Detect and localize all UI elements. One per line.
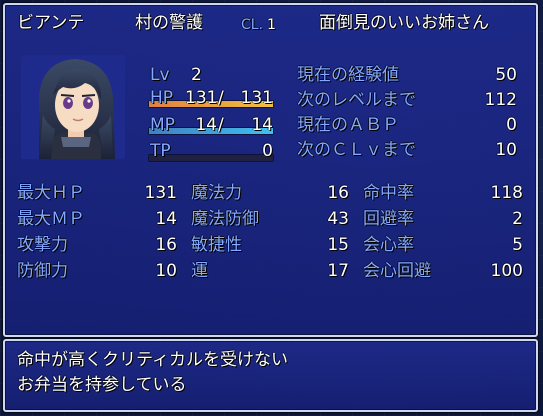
param-magic-defense-label: 魔法防御 <box>191 209 259 229</box>
param-critical-evasion-label: 会心回避 <box>363 261 431 281</box>
class-level-label: CL. <box>241 17 264 33</box>
mp-label: MP <box>150 115 175 135</box>
actor-class: 村の警護 <box>135 13 203 33</box>
exp-current-value: 50 <box>495 65 517 85</box>
param-hit-value: 118 <box>490 183 523 203</box>
exp-current-label: 現在の経験値 <box>297 65 399 85</box>
param-luck-value: 17 <box>327 261 349 281</box>
param-agility-label: 敏捷性 <box>191 235 242 255</box>
abp-label: 現在のＡＢＰ <box>297 115 399 135</box>
mp-max: 14 <box>251 115 273 135</box>
class-level-value: 1 <box>267 17 276 33</box>
next-cl-label: 次のＣＬｖまで <box>297 140 416 160</box>
param-defense-value: 10 <box>155 261 177 281</box>
param-evasion-value: 2 <box>512 209 523 229</box>
actor-face-portrait <box>21 55 125 159</box>
hp-max: 131 <box>240 88 273 108</box>
param-magic-defense-value: 43 <box>327 209 349 229</box>
param-max-mp-label: 最大ＭＰ <box>17 209 85 229</box>
profile-window: 命中が高くクリティカルを受けない お弁当を持参している <box>3 339 538 412</box>
hp-current: 131 <box>185 88 218 108</box>
param-max-hp-value: 131 <box>144 183 177 203</box>
next-cl-value: 10 <box>495 140 517 160</box>
param-hit-label: 命中率 <box>363 183 414 203</box>
exp-next-label: 次のレベルまで <box>297 90 416 110</box>
param-evasion-label: 回避率 <box>363 209 414 229</box>
param-critical-value: 5 <box>512 235 523 255</box>
status-window: ビアンテ 村の警護 CL. 1 面倒見のいいお姉さん Lv 2 HP 131 /… <box>3 3 538 337</box>
param-max-mp-value: 14 <box>155 209 177 229</box>
hp-label: HP <box>150 88 174 108</box>
actor-nickname: 面倒見のいいお姉さん <box>319 13 489 33</box>
tp-current: 0 <box>262 141 273 161</box>
param-agility-value: 15 <box>327 235 349 255</box>
tp-label: TP <box>150 141 171 161</box>
param-critical-label: 会心率 <box>363 235 414 255</box>
param-attack-value: 16 <box>155 235 177 255</box>
param-max-hp-label: 最大ＨＰ <box>17 183 85 203</box>
param-defense-label: 防御力 <box>17 261 68 281</box>
param-attack-label: 攻撃力 <box>17 235 68 255</box>
abp-value: 0 <box>506 115 517 135</box>
mp-current: 14 <box>195 115 217 135</box>
level-label: Lv <box>150 65 170 85</box>
level-value: 2 <box>191 65 202 85</box>
param-magic-label: 魔法力 <box>191 183 242 203</box>
actor-name: ビアンテ <box>17 13 85 33</box>
param-luck-label: 運 <box>191 261 208 281</box>
exp-next-value: 112 <box>484 90 517 110</box>
param-magic-value: 16 <box>327 183 349 203</box>
profile-line-2: お弁当を持参している <box>17 375 187 395</box>
param-critical-evasion-value: 100 <box>490 261 523 281</box>
profile-line-1: 命中が高くクリティカルを受けない <box>17 350 288 370</box>
